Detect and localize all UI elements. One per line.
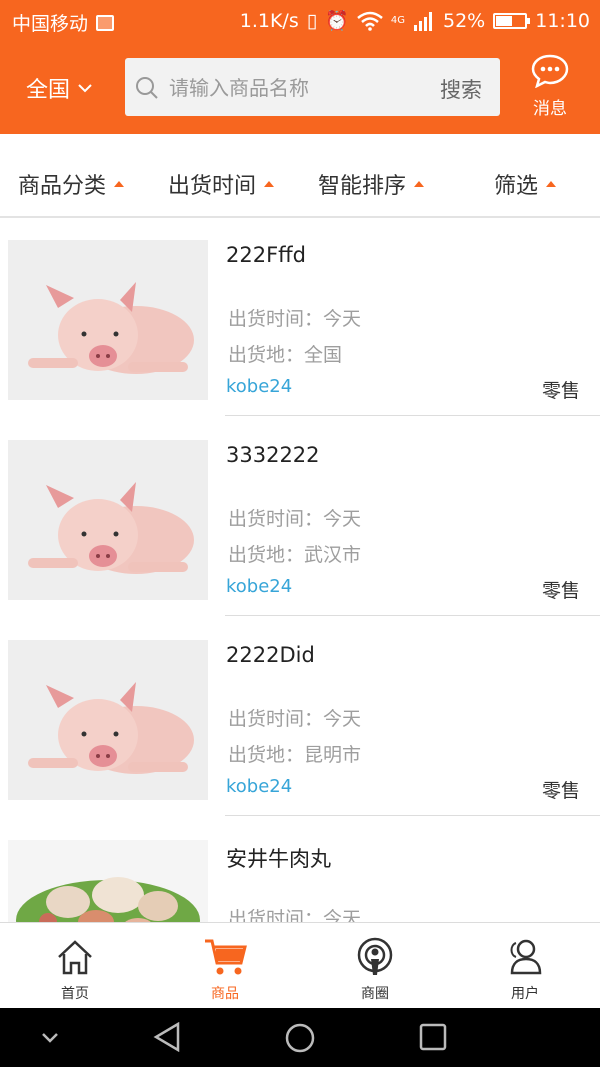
product-sale-mode: 零售 [541, 580, 580, 602]
divider [225, 415, 600, 416]
caret-up-icon [264, 181, 275, 187]
vibrate-icon: ▯ [306, 9, 318, 32]
product-title: 3332222 [226, 443, 320, 467]
carrier-label: 中国移动 [12, 13, 89, 35]
tab-home[interactable]: 首页 [0, 923, 150, 1009]
product-ship-place: 出货地：全国 [228, 344, 343, 366]
network-speed: 1.1K/s [239, 9, 299, 32]
filter-bar: 商品分类 出货时间 智能排序 筛选 [0, 134, 600, 218]
tab-user-label: 用户 [511, 986, 539, 1002]
region-selector[interactable]: 全国 [26, 72, 92, 104]
filter-screen[interactable]: 筛选 [494, 168, 557, 200]
caret-up-icon [414, 181, 425, 187]
chat-bubble-icon [531, 54, 569, 89]
product-item[interactable]: 2222Did 出货时间：今天 出货地：昆明市 kobe24 零售 [0, 618, 600, 818]
product-seller[interactable]: kobe24 [226, 576, 292, 597]
product-title: 安井牛肉丸 [226, 847, 331, 871]
recents-icon[interactable] [418, 1022, 448, 1052]
filter-smart-sort-label: 智能排序 [318, 174, 407, 199]
filter-screen-label: 筛选 [494, 174, 539, 199]
home-icon [58, 940, 92, 975]
broadcast-icon [357, 937, 393, 975]
product-title: 222Fffd [226, 243, 306, 267]
system-nav-bar [0, 1008, 600, 1067]
network-type: 4G [390, 15, 405, 26]
product-ship-time: 出货时间：今天 [228, 708, 362, 730]
home-circle-icon[interactable] [284, 1022, 316, 1054]
product-item[interactable]: 3332222 出货时间：今天 出货地：武汉市 kobe24 零售 [0, 418, 600, 618]
product-ship-time: 出货时间：今天 [228, 508, 362, 530]
messages-label: 消息 [533, 99, 567, 119]
tab-business-circle[interactable]: 商圈 [300, 923, 450, 1009]
filter-ship-time-label: 出货时间 [168, 174, 257, 199]
caret-up-icon [114, 181, 125, 187]
product-image-pig [8, 240, 208, 400]
filter-category-label: 商品分类 [18, 174, 107, 199]
search-input[interactable] [167, 70, 421, 106]
alarm-icon: ⏰ [325, 10, 349, 32]
product-seller[interactable]: kobe24 [226, 776, 292, 797]
clock: 11:10 [535, 9, 590, 32]
product-sale-mode: 零售 [541, 380, 580, 402]
product-image-meatballs [8, 840, 208, 922]
battery-icon [493, 12, 531, 29]
tab-business-circle-label: 商圈 [361, 986, 389, 1002]
search-button[interactable]: 搜索 [440, 74, 482, 104]
tab-home-label: 首页 [61, 986, 89, 1002]
search-bar: 搜索 [125, 58, 500, 116]
filter-ship-time[interactable]: 出货时间 [168, 168, 275, 200]
product-ship-time: 出货时间：今天 [228, 908, 362, 922]
product-sale-mode: 零售 [541, 780, 580, 802]
top-header: 全国 搜索 消息 [0, 42, 600, 134]
product-item[interactable]: 安井牛肉丸 出货时间：今天 [0, 818, 600, 922]
product-seller[interactable]: kobe24 [226, 376, 292, 397]
users-icon [510, 939, 542, 975]
product-image-pig [8, 440, 208, 600]
status-bar: 中国移动 1.1K/s ▯ ⏰ 4G 52% 11:10 [0, 0, 600, 42]
caret-up-icon [546, 181, 557, 187]
chevron-down-icon[interactable] [40, 1022, 60, 1052]
product-item[interactable]: 222Fffd 出货时间：今天 出货地：全国 kobe24 零售 [0, 218, 600, 418]
signal-icon [414, 11, 432, 31]
shopping-cart-icon [205, 939, 247, 975]
tab-user[interactable]: 用户 [450, 923, 600, 1009]
product-title: 2222Did [226, 643, 315, 667]
tab-products-label: 商品 [211, 986, 239, 1002]
search-icon [136, 77, 158, 99]
tab-products[interactable]: 商品 [150, 923, 300, 1009]
filter-category[interactable]: 商品分类 [18, 168, 125, 200]
region-label: 全国 [26, 78, 71, 103]
chevron-down-icon [78, 84, 92, 93]
wifi-icon [357, 11, 383, 31]
product-ship-place: 出货地：昆明市 [228, 744, 362, 766]
product-ship-time: 出货时间：今天 [228, 308, 362, 330]
image-notification-icon [96, 14, 115, 31]
divider [225, 815, 600, 816]
battery-percent: 52% [443, 9, 486, 32]
product-image-pig [8, 640, 208, 800]
product-list: 222Fffd 出货时间：今天 出货地：全国 kobe24 零售 3332222… [0, 218, 600, 922]
divider [225, 615, 600, 616]
back-icon[interactable] [152, 1022, 182, 1052]
bottom-tab-bar: 首页 商品 商圈 用户 [0, 922, 600, 1009]
messages-button[interactable]: 消息 [528, 54, 572, 119]
product-ship-place: 出货地：武汉市 [228, 544, 362, 566]
filter-smart-sort[interactable]: 智能排序 [318, 168, 425, 200]
